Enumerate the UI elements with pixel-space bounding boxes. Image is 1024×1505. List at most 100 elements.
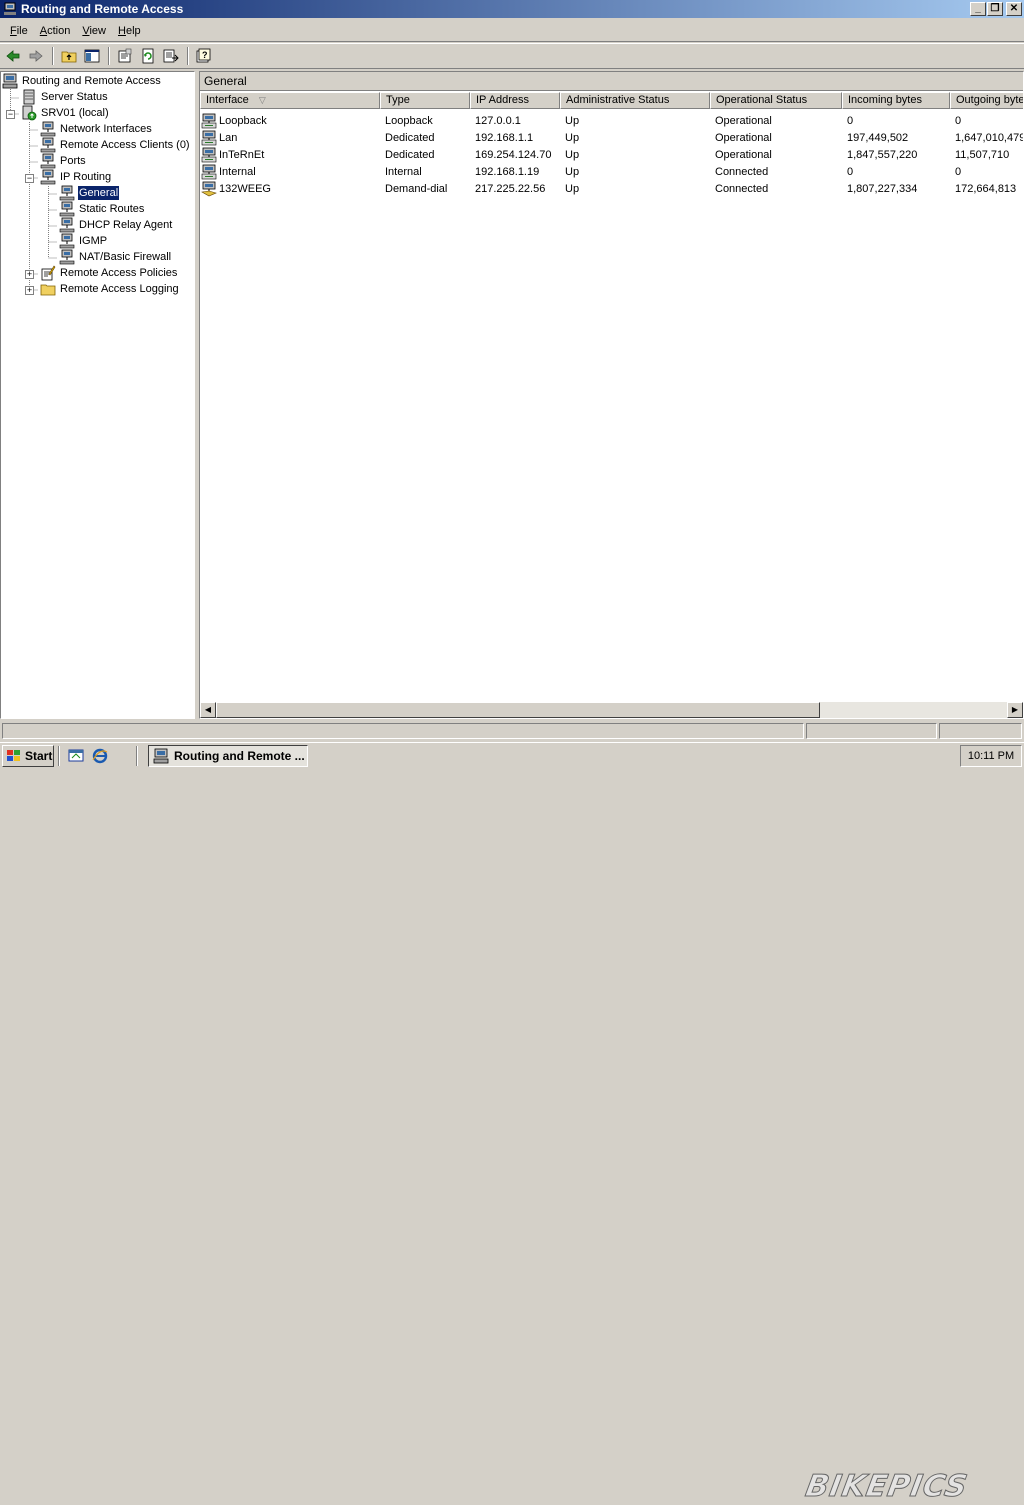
system-tray-clock[interactable]: 10:11 PM	[960, 745, 1022, 767]
scroll-right-icon[interactable]: ▶	[1007, 702, 1023, 718]
restore-button[interactable]: ❐	[987, 2, 1003, 16]
cell-type: Dedicated	[385, 131, 435, 144]
column-outgoing-bytes[interactable]: Outgoing bytes	[950, 92, 1023, 109]
menu-action[interactable]: Action	[34, 22, 77, 40]
back-button[interactable]	[2, 45, 24, 67]
cell-ip-address: 127.0.0.1	[475, 114, 521, 127]
tree-label: IP Routing	[60, 171, 112, 183]
tree-item-remote-access-clients[interactable]: Remote Access Clients (0)	[40, 137, 191, 153]
tree-item-igmp[interactable]: IGMP	[59, 233, 108, 249]
scroll-track[interactable]	[216, 702, 1007, 718]
tree-item-server-status[interactable]: Server Status	[21, 89, 109, 105]
horizontal-scrollbar[interactable]: ◀ ▶	[200, 702, 1023, 718]
expand-policies[interactable]: +	[25, 270, 34, 279]
tree-item-network-interfaces[interactable]: Network Interfaces	[40, 121, 153, 137]
svg-text:?: ?	[202, 50, 208, 60]
column-type[interactable]: Type	[380, 92, 470, 109]
tree-label-selected: General	[76, 185, 121, 201]
refresh-button[interactable]	[137, 45, 159, 67]
cell-ip-address: 192.168.1.1	[475, 131, 534, 144]
window-title: Routing and Remote Access	[21, 2, 184, 16]
scroll-left-icon[interactable]: ◀	[200, 702, 216, 718]
export-list-icon	[163, 49, 179, 63]
menu-file[interactable]: File	[4, 22, 34, 40]
windows-flag-icon	[7, 749, 20, 761]
tree-item-general[interactable]: General	[59, 185, 121, 201]
collapse-ip-routing[interactable]: −	[25, 174, 34, 183]
interface-name: InTeRnEt	[219, 148, 265, 161]
routing-app-icon	[153, 748, 169, 763]
menu-bar: File Action View Help	[0, 20, 1024, 42]
tree-item-ports[interactable]: Ports	[40, 153, 87, 169]
column-incoming-bytes[interactable]: Incoming bytes	[842, 92, 950, 109]
column-ip-address[interactable]: IP Address	[470, 92, 560, 109]
show-desktop-icon[interactable]	[67, 747, 85, 765]
ports-icon	[40, 153, 56, 169]
taskbar: Start Routing and Remote ... BIKEPICS 10…	[0, 742, 1024, 1505]
properties-icon	[118, 48, 132, 63]
help-button[interactable]: ?	[193, 45, 215, 67]
tree-item-remote-access-policies[interactable]: Remote Access Policies	[40, 265, 178, 281]
start-button[interactable]: Start	[2, 744, 54, 767]
menu-help[interactable]: Help	[112, 22, 147, 40]
table-row[interactable]: Lan Dedicated 192.168.1.1 Up Operational…	[200, 129, 1023, 146]
tree-item-static-routes[interactable]: Static Routes	[59, 201, 145, 217]
show-hide-tree-button[interactable]	[81, 45, 103, 67]
cell-operational-status: Connected	[715, 165, 769, 178]
dhcp-relay-icon	[59, 217, 75, 233]
interface-name: 132WEEG	[219, 182, 271, 195]
title-bar: Routing and Remote Access _ ❐ ✕	[0, 0, 1024, 18]
interface-icon	[201, 147, 217, 162]
forward-icon	[29, 50, 43, 62]
tree-label: SRV01 (local)	[41, 107, 109, 119]
up-folder-icon	[61, 51, 77, 63]
toolbar-separator	[187, 47, 189, 65]
interface-name: Internal	[219, 165, 256, 178]
tree-item-nat-basic-firewall[interactable]: NAT/Basic Firewall	[59, 249, 172, 265]
close-button[interactable]: ✕	[1006, 2, 1022, 16]
cell-operational-status: Connected	[715, 182, 769, 195]
cell-ip-address: 169.254.124.70	[475, 148, 552, 161]
tree-item-dhcp-relay-agent[interactable]: DHCP Relay Agent	[59, 217, 173, 233]
back-icon	[6, 50, 20, 62]
properties-button[interactable]	[114, 45, 136, 67]
routing-root-icon	[2, 73, 18, 89]
export-list-button[interactable]	[160, 45, 182, 67]
tree-item-ip-routing[interactable]: IP Routing	[40, 169, 112, 185]
table-row[interactable]: 132WEEG Demand-dial 217.225.22.56 Up Con…	[200, 180, 1023, 197]
taskbar-divider	[58, 745, 60, 766]
menu-view[interactable]: View	[76, 22, 112, 40]
minimize-button[interactable]: _	[970, 2, 986, 16]
tree-item-root[interactable]: Routing and Remote Access	[2, 73, 162, 89]
tree-label: Remote Access Policies	[60, 267, 178, 279]
cell-ip-address: 217.225.22.56	[475, 182, 546, 195]
cell-type: Loopback	[385, 114, 433, 127]
expand-logging[interactable]: +	[25, 286, 34, 295]
status-panel-main	[2, 723, 804, 739]
column-operational-status[interactable]: Operational Status	[710, 92, 842, 109]
internet-explorer-icon[interactable]	[91, 747, 109, 765]
cell-type: Internal	[385, 165, 422, 178]
up-one-level-button[interactable]	[58, 45, 80, 67]
cell-incoming-bytes: 197,449,502	[847, 131, 909, 144]
column-administrative-status[interactable]: Administrative Status	[560, 92, 710, 109]
interface-name: Lan	[219, 131, 238, 144]
sort-descending-icon: ▽	[258, 95, 266, 105]
column-interface[interactable]: Interface ▽	[200, 92, 380, 109]
table-row[interactable]: Internal Internal 192.168.1.19 Up Connec…	[200, 163, 1023, 180]
cell-ip-address: 192.168.1.19	[475, 165, 540, 178]
scroll-thumb[interactable]	[216, 702, 820, 718]
tree-item-remote-access-logging[interactable]: Remote Access Logging	[40, 281, 180, 297]
watermark-logo: BIKEPICS	[803, 1469, 972, 1505]
console-tree[interactable]: − − + + Routing and Remote Access Server…	[0, 71, 195, 719]
task-routing-remote-access[interactable]: Routing and Remote ...	[148, 744, 308, 767]
cell-incoming-bytes: 0	[847, 114, 854, 127]
interface-icon	[201, 164, 217, 179]
table-row[interactable]: Loopback Loopback 127.0.0.1 Up Operation…	[200, 112, 1023, 129]
collapse-srv01[interactable]: −	[6, 110, 15, 119]
cell-operational-status: Operational	[715, 148, 772, 161]
table-row[interactable]: InTeRnEt Dedicated 169.254.124.70 Up Ope…	[200, 146, 1023, 163]
demand-dial-icon	[201, 181, 217, 196]
tree-item-srv01[interactable]: SRV01 (local)	[21, 105, 110, 121]
forward-button[interactable]	[25, 45, 47, 67]
